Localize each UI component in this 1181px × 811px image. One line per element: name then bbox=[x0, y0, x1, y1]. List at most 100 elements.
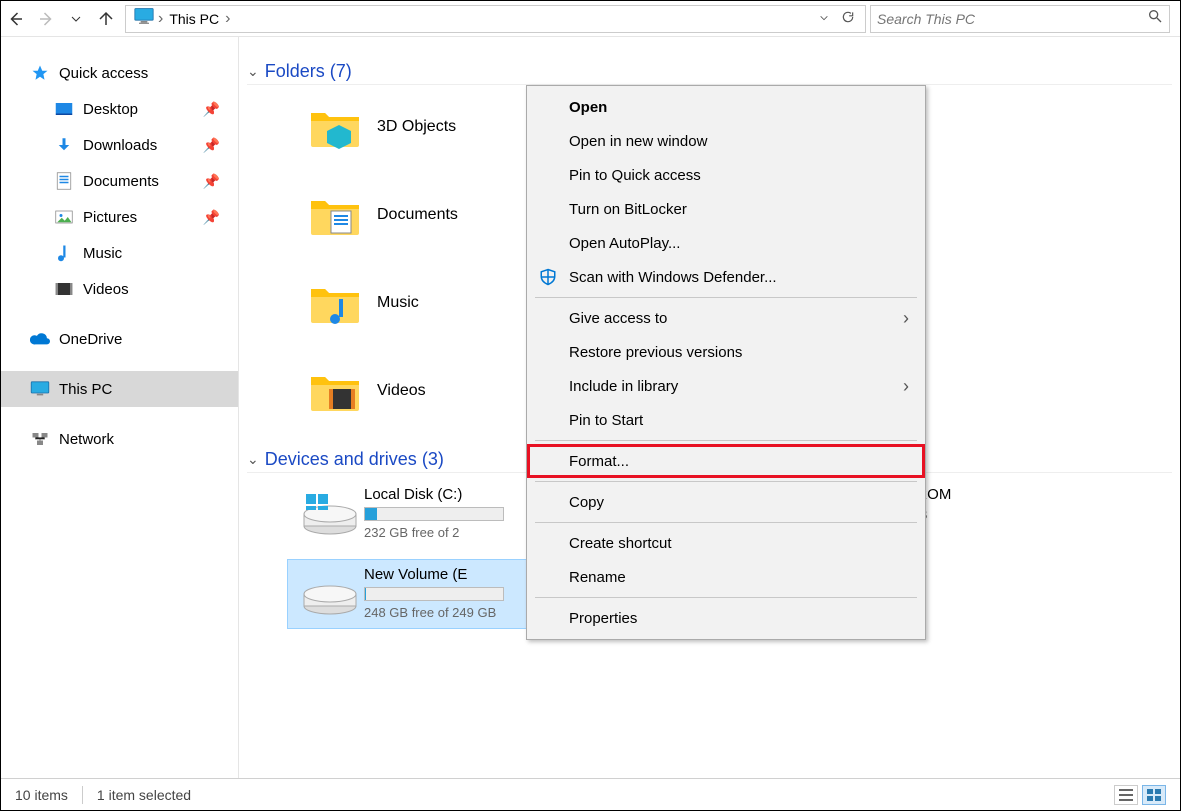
view-details-button[interactable] bbox=[1114, 785, 1138, 805]
group-count: (3) bbox=[422, 449, 444, 470]
music-icon bbox=[53, 244, 75, 262]
pin-icon: 📌 bbox=[203, 137, 220, 154]
drive-name: _ROM bbox=[908, 486, 1180, 503]
ctx-separator bbox=[535, 440, 917, 441]
ctx-bitlocker[interactable]: Turn on BitLocker bbox=[527, 192, 925, 226]
nav-desktop[interactable]: Desktop 📌 bbox=[1, 91, 238, 127]
chevron-down-icon bbox=[70, 13, 82, 25]
nav-up-button[interactable] bbox=[91, 4, 121, 34]
nav-label: Quick access bbox=[59, 65, 148, 82]
drive-icon bbox=[296, 486, 364, 542]
chevron-down-icon: ⌄ bbox=[247, 63, 259, 80]
nav-label: Pictures bbox=[83, 209, 137, 226]
navigation-pane: Quick access Desktop 📌 Downloads 📌 Docum… bbox=[1, 37, 239, 778]
nav-label: Videos bbox=[83, 281, 129, 298]
group-count: (7) bbox=[330, 61, 352, 82]
ctx-defender[interactable]: Scan with Windows Defender... bbox=[527, 260, 925, 294]
address-refresh-button[interactable] bbox=[835, 10, 861, 27]
drive-rom-partial[interactable]: _ROM MB bbox=[907, 479, 1180, 549]
status-selected-count: 1 item selected bbox=[97, 787, 191, 803]
ctx-separator bbox=[535, 297, 917, 298]
nav-documents[interactable]: Documents 📌 bbox=[1, 163, 238, 199]
ctx-label: Rename bbox=[569, 569, 626, 586]
ctx-rename[interactable]: Rename bbox=[527, 560, 925, 594]
ctx-create-shortcut[interactable]: Create shortcut bbox=[527, 526, 925, 560]
nav-music[interactable]: Music bbox=[1, 235, 238, 271]
nav-videos[interactable]: Videos bbox=[1, 271, 238, 307]
ctx-copy[interactable]: Copy bbox=[527, 485, 925, 519]
folder-icon bbox=[307, 191, 363, 239]
group-label: Folders bbox=[265, 61, 325, 82]
ctx-label: Open bbox=[569, 99, 607, 116]
cloud-icon bbox=[29, 332, 51, 346]
status-bar: 10 items 1 item selected bbox=[1, 778, 1180, 810]
context-menu: Open Open in new window Pin to Quick acc… bbox=[526, 85, 926, 640]
status-separator bbox=[82, 786, 83, 804]
ctx-give-access[interactable]: Give access to› bbox=[527, 301, 925, 335]
chevron-down-icon bbox=[819, 13, 829, 23]
ctx-autoplay[interactable]: Open AutoPlay... bbox=[527, 226, 925, 260]
arrow-right-icon bbox=[37, 10, 55, 28]
ctx-pin-start[interactable]: Pin to Start bbox=[527, 403, 925, 437]
nav-downloads[interactable]: Downloads 📌 bbox=[1, 127, 238, 163]
ctx-label: Create shortcut bbox=[569, 535, 672, 552]
ctx-include-library[interactable]: Include in library› bbox=[527, 369, 925, 403]
ctx-label: Restore previous versions bbox=[569, 344, 742, 361]
pin-icon: 📌 bbox=[203, 209, 220, 226]
desktop-icon bbox=[53, 102, 75, 116]
video-icon bbox=[53, 282, 75, 296]
nav-label: Network bbox=[59, 431, 114, 448]
ctx-open[interactable]: Open bbox=[527, 90, 925, 124]
ctx-separator bbox=[535, 481, 917, 482]
folder-icon bbox=[307, 367, 363, 415]
ctx-open-new-window[interactable]: Open in new window bbox=[527, 124, 925, 158]
ctx-separator bbox=[535, 522, 917, 523]
drive-free-text: MB bbox=[908, 507, 1180, 522]
folder-icon bbox=[307, 279, 363, 327]
ctx-restore-versions[interactable]: Restore previous versions bbox=[527, 335, 925, 369]
ctx-label: Open AutoPlay... bbox=[569, 235, 680, 252]
group-label: Devices and drives bbox=[265, 449, 417, 470]
drive-usage-bar bbox=[364, 507, 504, 521]
ctx-label: Format... bbox=[569, 453, 629, 470]
ctx-label: Turn on BitLocker bbox=[569, 201, 687, 218]
folder-label: Music bbox=[377, 294, 419, 312]
search-box[interactable] bbox=[870, 5, 1170, 33]
address-history-button[interactable] bbox=[813, 12, 835, 26]
drive-icon bbox=[296, 566, 364, 622]
download-icon bbox=[53, 136, 75, 154]
pin-icon: 📌 bbox=[203, 173, 220, 190]
folder-label: Documents bbox=[377, 206, 458, 224]
nav-recent-button[interactable] bbox=[61, 4, 91, 34]
nav-back-button[interactable] bbox=[1, 4, 31, 34]
document-icon bbox=[53, 172, 75, 190]
drive-usage-bar bbox=[364, 587, 504, 601]
grid-icon bbox=[1147, 789, 1161, 801]
ctx-label: Pin to Start bbox=[569, 412, 643, 429]
nav-onedrive[interactable]: OneDrive bbox=[1, 321, 238, 357]
ctx-pin-quick-access[interactable]: Pin to Quick access bbox=[527, 158, 925, 192]
nav-label: Downloads bbox=[83, 137, 157, 154]
ctx-properties[interactable]: Properties bbox=[527, 601, 925, 635]
ctx-label: Copy bbox=[569, 494, 604, 511]
ctx-label: Give access to bbox=[569, 310, 667, 327]
breadcrumb-location[interactable]: This PC bbox=[163, 11, 225, 27]
group-folders-header[interactable]: ⌄ Folders (7) bbox=[247, 61, 1172, 85]
nav-network[interactable]: Network bbox=[1, 421, 238, 457]
folder-label: Videos bbox=[377, 382, 426, 400]
ctx-format[interactable]: Format... bbox=[527, 444, 925, 478]
nav-pictures[interactable]: Pictures 📌 bbox=[1, 199, 238, 235]
nav-quick-access[interactable]: Quick access bbox=[1, 55, 238, 91]
nav-label: This PC bbox=[59, 381, 112, 398]
picture-icon bbox=[53, 210, 75, 224]
view-large-icons-button[interactable] bbox=[1142, 785, 1166, 805]
nav-forward-button[interactable] bbox=[31, 4, 61, 34]
nav-this-pc[interactable]: This PC bbox=[1, 371, 238, 407]
arrow-left-icon bbox=[7, 10, 25, 28]
address-bar[interactable]: › This PC › bbox=[125, 5, 866, 33]
network-icon bbox=[29, 431, 51, 447]
monitor-icon bbox=[134, 7, 154, 30]
ctx-separator bbox=[535, 597, 917, 598]
search-input[interactable] bbox=[877, 11, 1147, 27]
ctx-label: Include in library bbox=[569, 378, 678, 395]
